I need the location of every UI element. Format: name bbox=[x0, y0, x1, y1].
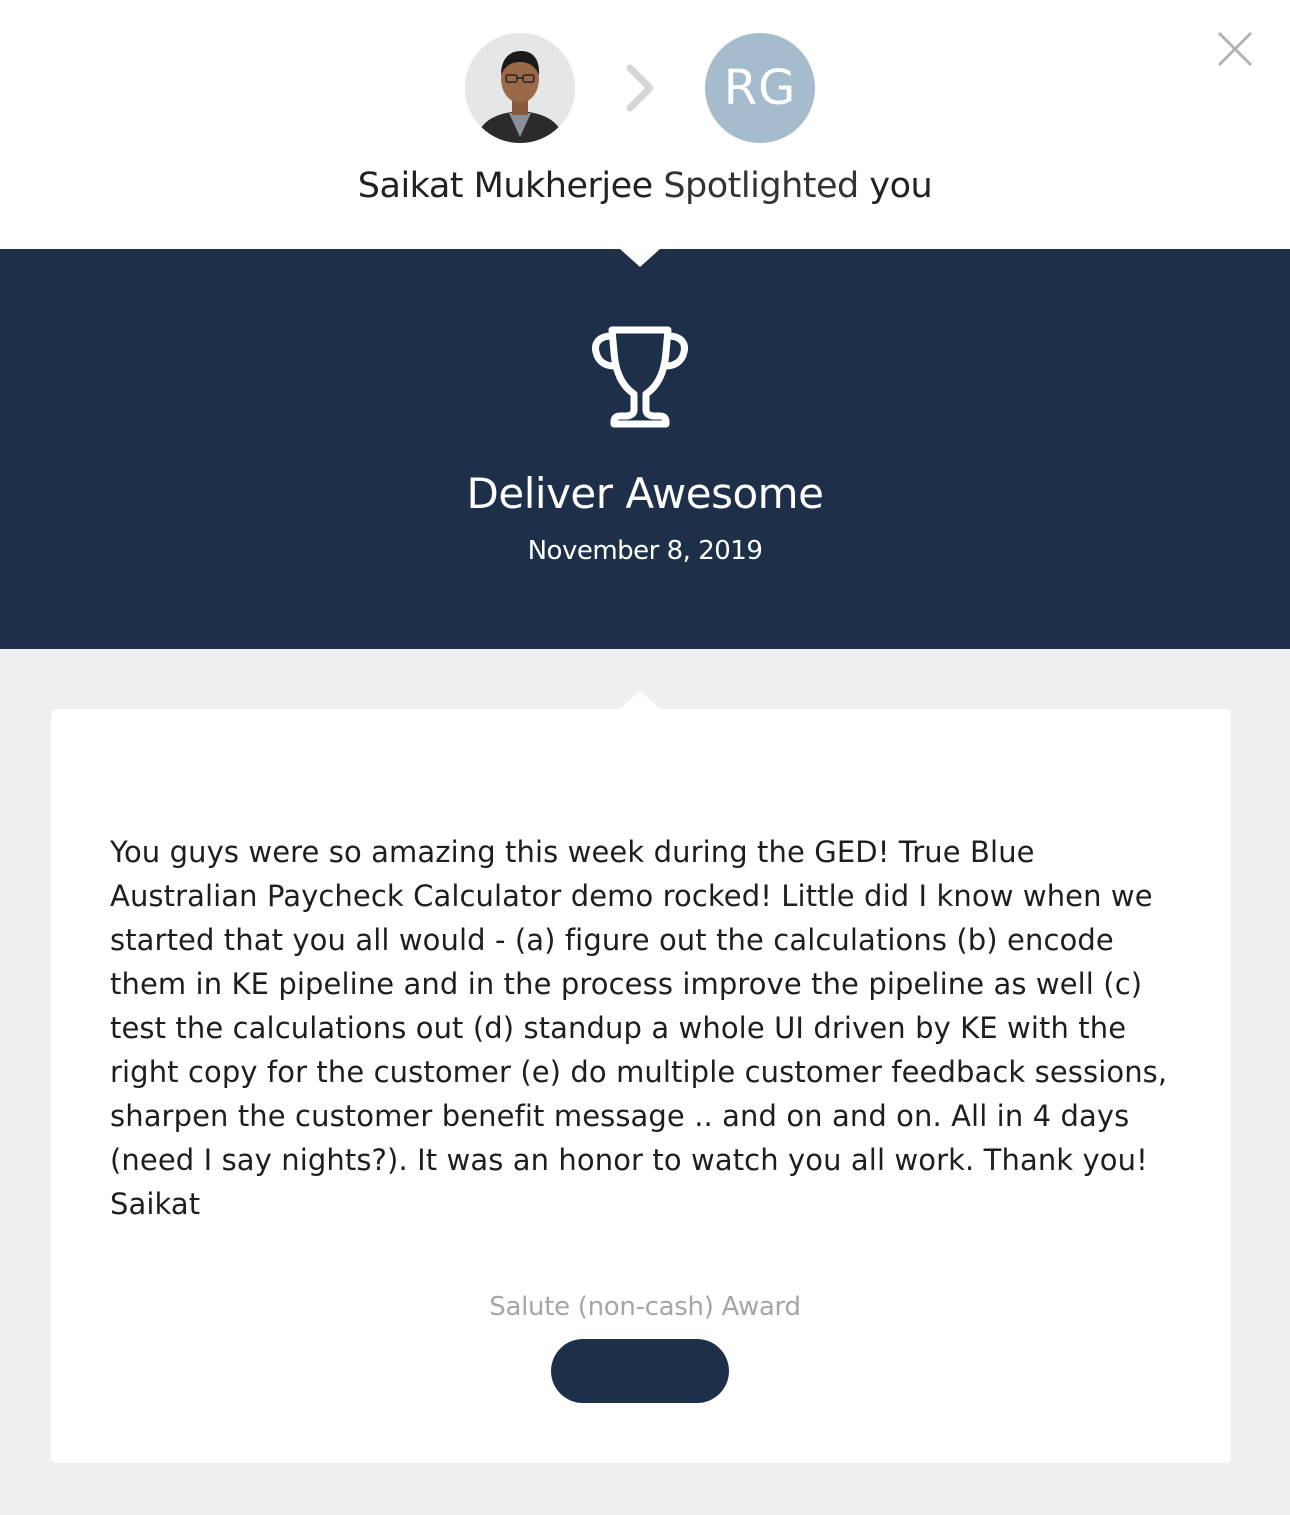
award-date: November 8, 2019 bbox=[527, 536, 763, 566]
award-title: Deliver Awesome bbox=[466, 469, 824, 518]
sender-avatar bbox=[465, 33, 575, 143]
separator bbox=[622, 64, 658, 112]
sender-name[interactable]: Saikat Mukherjee bbox=[358, 166, 653, 206]
trophy-icon bbox=[590, 322, 690, 430]
banner-pointer bbox=[620, 249, 660, 267]
award-type-label: Salute (non-cash) Award bbox=[489, 1292, 801, 1322]
spotlight-header bbox=[0, 0, 1290, 249]
recipient-avatar: RG bbox=[705, 33, 815, 143]
spotlight-message: You guys were so amazing this week durin… bbox=[110, 835, 1168, 1221]
spotlight-headline: Saikat Mukherjee Spotlighted you bbox=[0, 162, 1290, 210]
chevron-right-icon bbox=[626, 64, 654, 112]
person-photo-icon bbox=[465, 33, 575, 143]
close-icon bbox=[1217, 31, 1253, 67]
award-action-button[interactable] bbox=[551, 1339, 729, 1403]
close-button[interactable] bbox=[1214, 28, 1256, 70]
recipient-name: you bbox=[869, 166, 933, 206]
award-banner bbox=[0, 249, 1290, 649]
headline-verb: Spotlighted bbox=[663, 166, 859, 206]
card-pointer bbox=[620, 691, 660, 709]
